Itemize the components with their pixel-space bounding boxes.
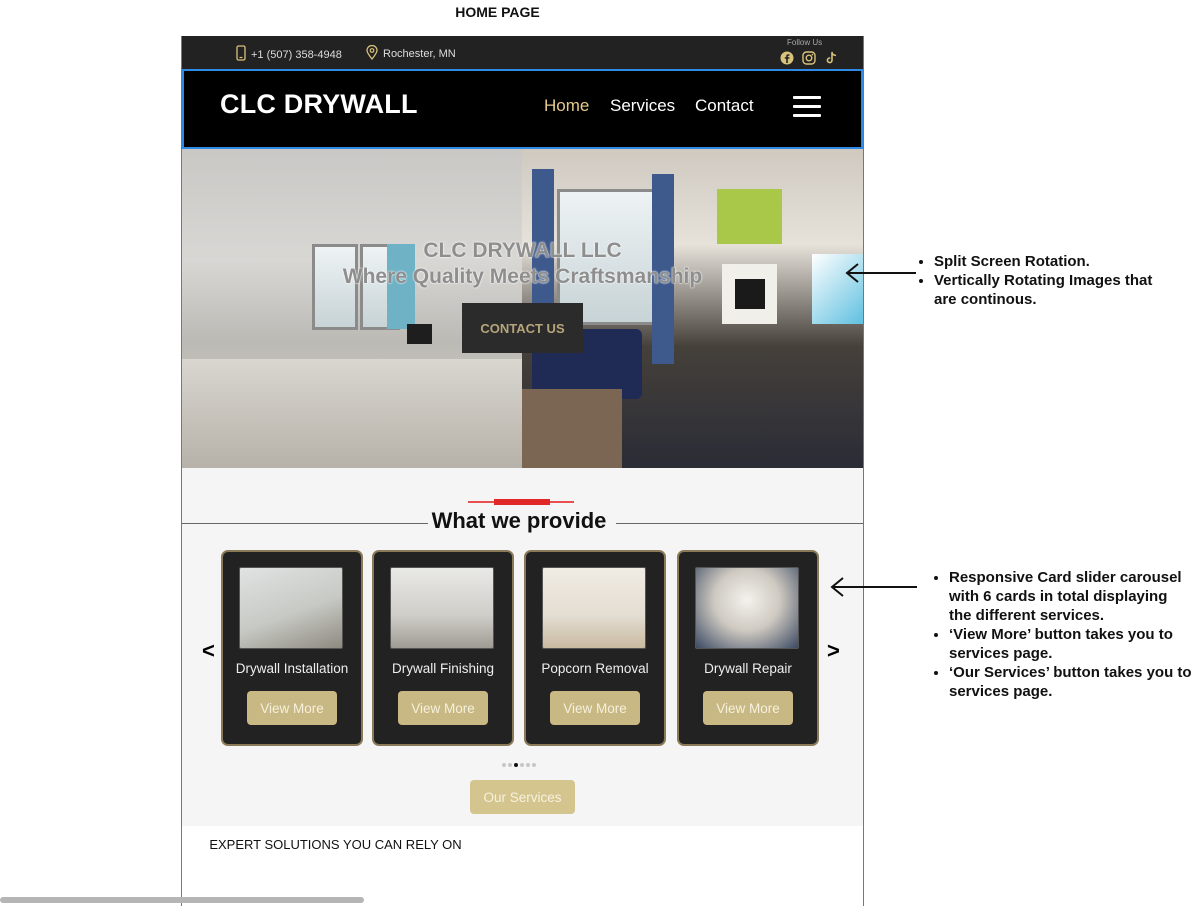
annotation-arrow [829, 577, 919, 602]
service-card-title: Drywall Installation [235, 661, 349, 676]
view-more-button[interactable]: View More [703, 691, 793, 725]
hero-artwork [717, 189, 782, 244]
service-card-title: Drywall Finishing [391, 661, 495, 676]
annotation-arrow [844, 263, 918, 288]
expert-solutions-heading: EXPERT SOLUTIONS YOU CAN RELY ON [209, 837, 462, 852]
location-text: Rochester, MN [383, 48, 456, 60]
section-title: What we provide [431, 508, 607, 533]
carousel-prev-button[interactable]: < [202, 638, 215, 664]
hero-split-screen: CLC DRYWALL LLC Where Quality Meets Craf… [182, 149, 863, 468]
hamburger-menu-icon[interactable] [793, 96, 821, 117]
horizontal-scrollbar[interactable] [0, 897, 364, 903]
service-card[interactable]: Popcorn Removal View More [524, 550, 666, 746]
phone-info[interactable]: +1 (507) 358-4948 [236, 45, 342, 64]
mockup-frame: +1 (507) 358-4948 Rochester, MN Follow U… [181, 36, 864, 906]
annotation-item: Responsive Card slider carousel with 6 c… [949, 568, 1193, 625]
title-decoration-bar [494, 499, 550, 505]
service-card[interactable]: Drywall Finishing View More [372, 550, 514, 746]
carousel-dot[interactable] [520, 763, 524, 767]
contact-us-button[interactable]: CONTACT US [462, 303, 583, 353]
hero-subtitle: Where Quality Meets Craftsmanship [342, 265, 703, 288]
service-card-image [695, 567, 799, 649]
carousel-dot[interactable] [532, 763, 536, 767]
our-services-button[interactable]: Our Services [470, 780, 575, 814]
carousel-dot[interactable] [514, 763, 518, 767]
service-card-title: Drywall Repair [704, 661, 792, 676]
instagram-icon[interactable] [802, 51, 816, 65]
nav-link-home[interactable]: Home [544, 96, 589, 116]
carousel-dot[interactable] [526, 763, 530, 767]
main-navbar: CLC DRYWALL Home Services Contact [182, 69, 863, 149]
top-bar: +1 (507) 358-4948 Rochester, MN Follow U… [182, 36, 863, 69]
service-card-image [542, 567, 646, 649]
tiktok-icon[interactable] [824, 51, 838, 65]
hero-floor [182, 359, 522, 468]
view-more-button[interactable]: View More [247, 691, 337, 725]
service-card-image [390, 567, 494, 649]
service-card[interactable]: Drywall Repair View More [677, 550, 819, 746]
nav-link-contact[interactable]: Contact [695, 96, 754, 116]
follow-us-label: Follow Us [787, 38, 823, 47]
phone-icon [236, 45, 246, 64]
carousel-dot[interactable] [508, 763, 512, 767]
view-more-button[interactable]: View More [550, 691, 640, 725]
facebook-icon[interactable] [780, 51, 794, 65]
location-info[interactable]: Rochester, MN [366, 44, 456, 63]
carousel-dot[interactable] [502, 763, 506, 767]
annotation-hero: Split Screen Rotation. Vertically Rotati… [918, 252, 1168, 309]
nav-link-services[interactable]: Services [610, 96, 675, 116]
social-links [780, 51, 838, 65]
service-card[interactable]: Drywall Installation View More [221, 550, 363, 746]
page-label: HOME PAGE [455, 4, 540, 20]
service-card-image [239, 567, 343, 649]
carousel-next-button[interactable]: > [827, 638, 840, 664]
carousel-pagination [502, 763, 536, 767]
annotation-item: Vertically Rotating Images that are cont… [934, 271, 1168, 309]
annotation-item: ‘View More’ button takes you to services… [949, 625, 1193, 663]
hero-title: CLC DRYWALL LLC [423, 239, 622, 262]
service-card-title: Popcorn Removal [541, 661, 649, 676]
annotation-item: Split Screen Rotation. [934, 252, 1168, 271]
view-more-button[interactable]: View More [398, 691, 488, 725]
services-section: What we provide < > Drywall Installation… [182, 468, 863, 826]
annotation-item: ‘Our Services’ button takes you to servi… [949, 663, 1193, 701]
hero-fireplace [407, 324, 432, 344]
site-logo[interactable]: CLC DRYWALL [220, 89, 418, 120]
location-pin-icon [366, 44, 378, 63]
annotation-carousel: Responsive Card slider carousel with 6 c… [933, 568, 1193, 701]
phone-number: +1 (507) 358-4948 [251, 48, 342, 61]
hero-table [522, 389, 622, 468]
